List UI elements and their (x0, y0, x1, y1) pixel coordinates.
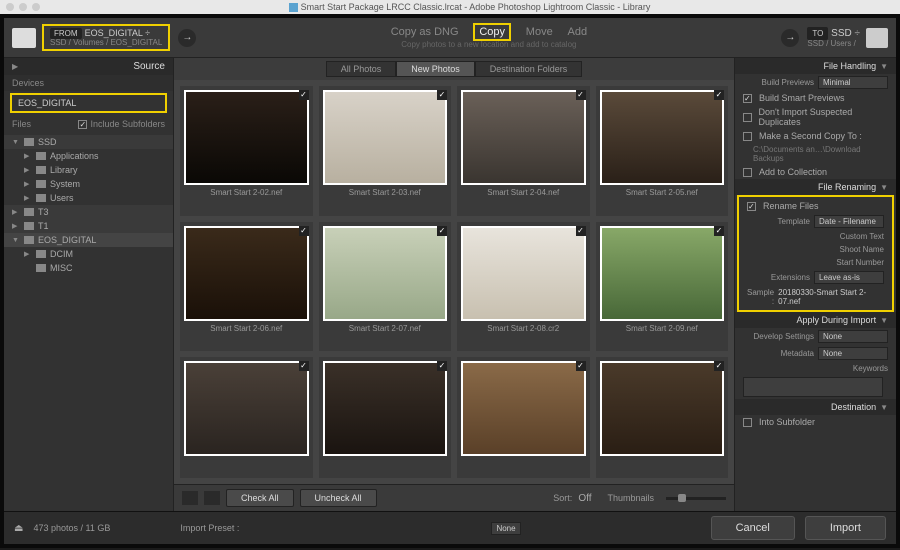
tree-item[interactable]: ▶T3 (4, 205, 173, 219)
keywords-input[interactable] (743, 377, 883, 397)
arrow-right-icon[interactable]: → (781, 29, 799, 47)
thumbnail[interactable]: ✓ (457, 357, 590, 478)
build-previews-select[interactable]: Minimal (818, 76, 888, 89)
import-button[interactable]: Import (805, 516, 886, 540)
metadata-select[interactable]: None (818, 347, 888, 360)
import-preset-label: Import Preset : (180, 523, 239, 533)
sample-value: 20180330-Smart Start 2-07.nef (778, 288, 884, 306)
extensions-label: Extensions (747, 273, 810, 282)
window-close[interactable] (6, 3, 14, 11)
dont-import-duplicates[interactable]: Don't Import Suspected Duplicates (735, 105, 896, 129)
uncheck-all-button[interactable]: Uncheck All (300, 489, 377, 507)
thumbnail[interactable]: ✓Smart Start 2-07.nef (319, 222, 452, 352)
template-label: Template (747, 217, 810, 226)
file-renaming-header[interactable]: File Renaming▼ (735, 179, 896, 195)
tree-item[interactable]: ▶DCIM (4, 247, 173, 261)
action-copy-dng[interactable]: Copy as DNG (391, 26, 459, 38)
rename-files[interactable]: Rename Files (739, 199, 892, 213)
window-min[interactable] (19, 3, 27, 11)
template-select[interactable]: Date - Filename (814, 215, 884, 228)
thumbnail[interactable]: ✓ (180, 357, 313, 478)
tab-all-photos[interactable]: All Photos (326, 61, 397, 77)
thumbnail-grid[interactable]: ✓Smart Start 2-02.nef✓Smart Start 2-03.n… (174, 80, 734, 484)
window-title: Smart Start Package LRCC Classic.lrcat -… (45, 2, 894, 12)
thumbnail[interactable]: ✓Smart Start 2-02.nef (180, 86, 313, 216)
file-handling-header[interactable]: File Handling▼ (735, 58, 896, 74)
action-move[interactable]: Move (526, 26, 553, 38)
add-to-collection[interactable]: Add to Collection (735, 165, 896, 179)
devices-label: Devices (4, 75, 173, 91)
folder-tree[interactable]: ▼SSD▶Applications▶Library▶System▶Users▶T… (4, 133, 173, 511)
device-selected[interactable]: EOS_DIGITAL (10, 93, 167, 113)
tree-item[interactable]: ▼EOS_DIGITAL (4, 233, 173, 247)
thumbnail[interactable]: ✓Smart Start 2-08.cr2 (457, 222, 590, 352)
tree-item[interactable]: ▼SSD (4, 135, 173, 149)
develop-settings-select[interactable]: None (818, 330, 888, 343)
to-destination[interactable]: TO SSD ÷ SSD / Users / (807, 28, 888, 48)
tree-item[interactable]: ▶T1 (4, 219, 173, 233)
check-all-button[interactable]: Check All (226, 489, 294, 507)
tab-destination-folders[interactable]: Destination Folders (475, 61, 583, 77)
import-count: 473 photos / 11 GB (33, 523, 110, 533)
thumbnail[interactable]: ✓ (596, 357, 729, 478)
thumbnail[interactable]: ✓ (319, 357, 452, 478)
build-previews-label: Build Previews (743, 78, 814, 87)
arrow-right-icon[interactable]: → (178, 29, 196, 47)
tree-item[interactable]: MISC (4, 261, 173, 275)
thumbnail[interactable]: ✓Smart Start 2-04.nef (457, 86, 590, 216)
thumbnail[interactable]: ✓Smart Start 2-06.nef (180, 222, 313, 352)
source-card-icon (12, 28, 36, 48)
apply-during-import-header[interactable]: Apply During Import▼ (735, 312, 896, 328)
import-preset-select[interactable]: None (491, 522, 520, 535)
thumbnails-label: Thumbnails (607, 493, 654, 503)
tab-new-photos[interactable]: New Photos (396, 61, 475, 77)
files-label: Files (12, 119, 31, 129)
into-subfolder[interactable]: Into Subfolder (735, 415, 896, 429)
tree-item[interactable]: ▶Applications (4, 149, 173, 163)
shoot-name-label: Shoot Name (747, 245, 884, 254)
sample-label: Sample : (747, 288, 774, 306)
sort-value[interactable]: Off (578, 493, 591, 504)
source-panel-header[interactable]: ▶Source (4, 58, 173, 75)
make-second-copy[interactable]: Make a Second Copy To : (735, 129, 896, 143)
build-smart-previews[interactable]: Build Smart Previews (735, 91, 896, 105)
destination-header[interactable]: Destination▼ (735, 399, 896, 415)
custom-text-label: Custom Text (747, 232, 884, 241)
from-source[interactable]: FROMEOS_DIGITAL ÷ SSD / Volumes / EOS_DI… (42, 24, 170, 51)
second-copy-path: C:\Documents an…\Download Backups (735, 143, 896, 165)
extensions-select[interactable]: Leave as-is (814, 271, 884, 284)
tree-item[interactable]: ▶System (4, 177, 173, 191)
grid-view-icon[interactable] (182, 491, 198, 505)
loupe-view-icon[interactable] (204, 491, 220, 505)
eject-icon[interactable]: ⏏ (14, 523, 23, 534)
thumbnail[interactable]: ✓Smart Start 2-03.nef (319, 86, 452, 216)
thumbnail[interactable]: ✓Smart Start 2-09.nef (596, 222, 729, 352)
sort-label: Sort: (553, 493, 572, 503)
keywords-label: Keywords (743, 364, 888, 373)
tree-item[interactable]: ▶Library (4, 163, 173, 177)
window-max[interactable] (32, 3, 40, 11)
develop-settings-label: Develop Settings (743, 332, 814, 341)
tree-item[interactable]: ▶Users (4, 191, 173, 205)
disk-icon (866, 28, 888, 48)
cancel-button[interactable]: Cancel (711, 516, 795, 540)
thumbnail[interactable]: ✓Smart Start 2-05.nef (596, 86, 729, 216)
thumbnail-size-slider[interactable] (666, 497, 726, 500)
metadata-label: Metadata (743, 349, 814, 358)
include-subfolders[interactable]: Include Subfolders (78, 119, 165, 129)
action-add[interactable]: Add (567, 26, 587, 38)
start-number-label: Start Number (747, 258, 884, 267)
action-copy[interactable]: Copy (473, 23, 511, 41)
action-subtitle: Copy photos to a new location and add to… (204, 40, 773, 49)
